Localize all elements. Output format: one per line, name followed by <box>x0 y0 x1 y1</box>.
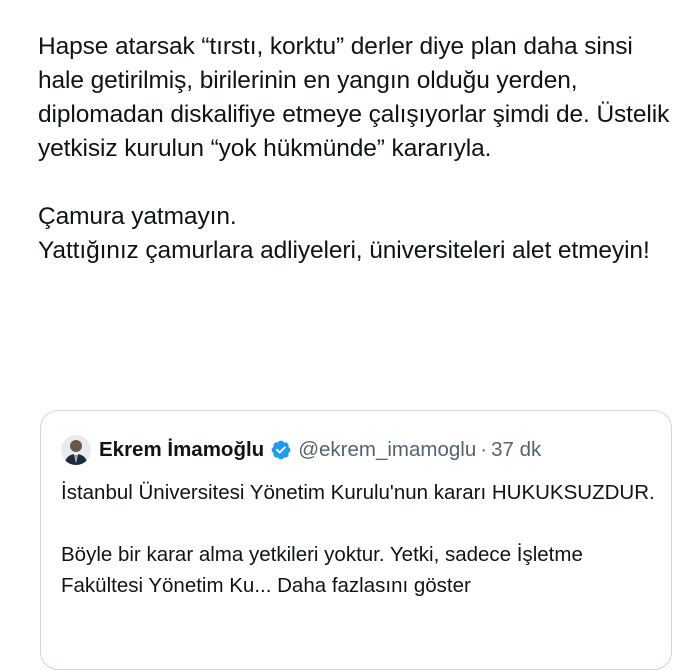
quoted-tweet-header: Ekrem İmamoğlu @ekrem_imamoglu · 37 dk <box>61 433 541 467</box>
tweet-line: Çamura yatmayın. <box>38 203 237 230</box>
tweet-paragraph: Hapse atarsak “tırstı, korktu” derler di… <box>38 33 670 162</box>
quoted-tweet-paragraph: Böyle bir karar alma yetkileri yoktur. Y… <box>61 539 661 601</box>
quoted-tweet-card[interactable]: Ekrem İmamoğlu @ekrem_imamoglu · 37 dk İ… <box>40 410 672 670</box>
separator-dot: · <box>480 438 488 461</box>
quoted-tweet-paragraph: İstanbul Üniversitesi Yönetim Kurulu'nun… <box>61 481 655 504</box>
verified-badge-icon <box>270 439 292 461</box>
tweet-paragraph: Çamura yatmayın. Yattığınız çamurlara ad… <box>38 200 678 268</box>
author-name[interactable]: Ekrem İmamoğlu <box>99 438 264 462</box>
author-handle[interactable]: @ekrem_imamoglu <box>298 438 476 462</box>
show-more-link[interactable]: Daha fazlasını göster <box>277 574 471 597</box>
quoted-tweet-body: İstanbul Üniversitesi Yönetim Kurulu'nun… <box>61 477 661 601</box>
tweet-text: Hapse atarsak “tırstı, korktu” derler di… <box>38 30 678 268</box>
tweet-line: Yattığınız çamurlara adliyeleri, ünivers… <box>38 237 650 264</box>
avatar[interactable] <box>61 435 91 465</box>
timestamp[interactable]: 37 dk <box>491 438 541 462</box>
